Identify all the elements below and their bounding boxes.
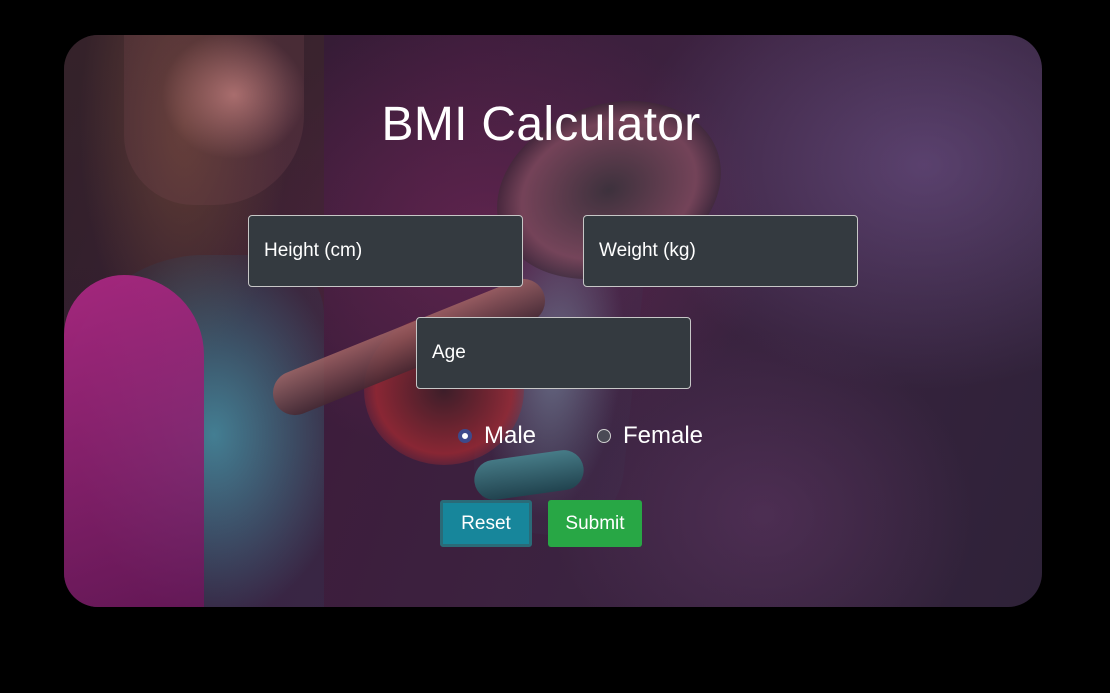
weight-input[interactable] [583, 215, 858, 287]
background-photo-shoulder [64, 255, 324, 607]
gender-option-male[interactable]: Male [458, 419, 536, 453]
bmi-card: BMI Calculator Male Female Reset Submit [64, 35, 1042, 607]
age-input[interactable] [416, 317, 691, 389]
height-input[interactable] [248, 215, 523, 287]
female-radio[interactable] [597, 429, 611, 443]
page-title: BMI Calculator [381, 98, 701, 151]
background-photo-watch [471, 447, 587, 503]
reset-button[interactable]: Reset [440, 500, 532, 547]
male-label: Male [484, 422, 537, 449]
male-radio[interactable] [458, 429, 472, 443]
submit-button[interactable]: Submit [548, 500, 642, 547]
background-photo-tank-top [64, 275, 204, 607]
female-label: Female [623, 422, 704, 449]
gender-option-female[interactable]: Female [597, 419, 703, 453]
